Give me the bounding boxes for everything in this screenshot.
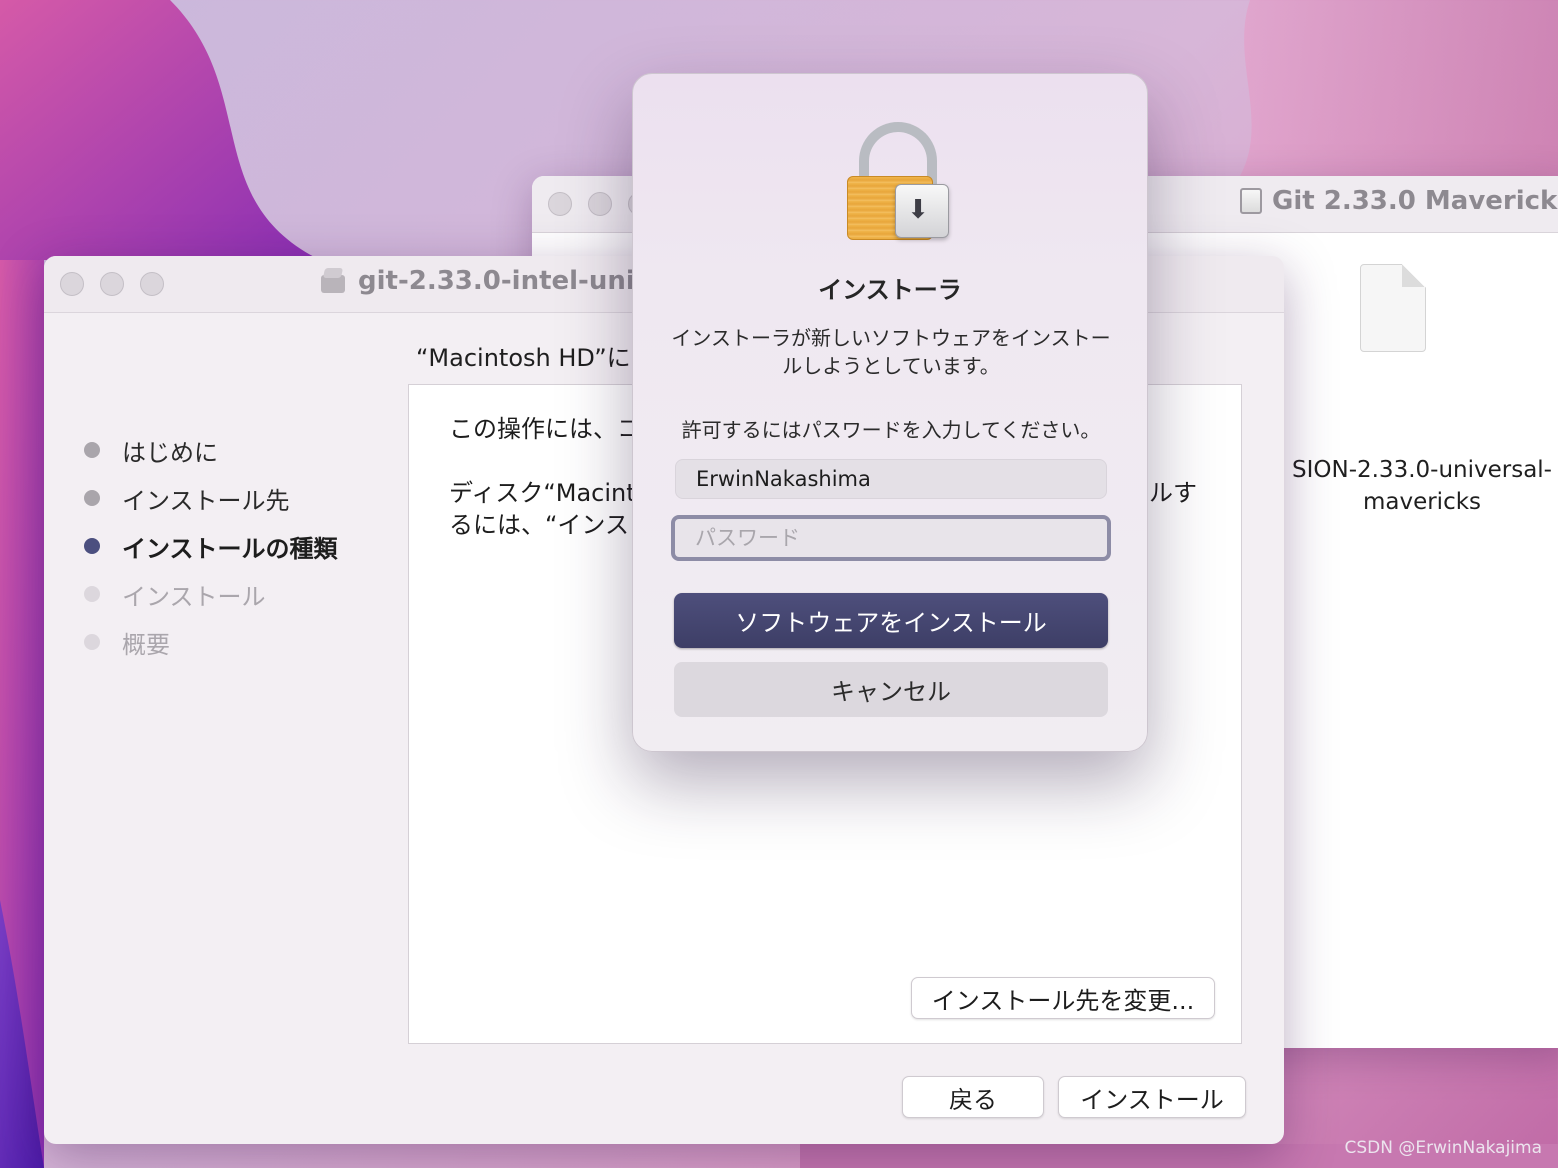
close-button[interactable] [60,272,84,296]
installer-subtitle: “Macintosh HD”に [416,344,631,372]
step-destination: インストール先 [84,474,338,522]
install-button[interactable]: インストール [1058,1076,1246,1118]
change-install-location-button[interactable]: インストール先を変更... [911,977,1215,1019]
auth-dialog-title: インストーラ [818,276,962,304]
install-software-button[interactable]: ソフトウェアをインストール [674,593,1108,648]
finder-window-title: Git 2.33.0 Mavericks Inte [1240,186,1558,216]
file-label: SION-2.33.0-universal- mavericks [1292,457,1552,515]
content-text-line: ディスク“Macint [449,479,636,507]
step-dot [84,490,100,506]
minimize-button[interactable] [588,192,612,216]
zoom-button[interactable] [140,272,164,296]
package-icon [318,267,348,295]
disk-image-icon [1240,188,1262,214]
cancel-button[interactable]: キャンセル [674,662,1108,717]
content-text-line: ルす [1149,479,1197,507]
step-introduction: はじめに [84,426,338,474]
installer-badge-icon: ⬇ [895,184,949,238]
username-field[interactable]: ErwinNakashima [675,459,1107,499]
installer-window-title: git-2.33.0-intel-unive [318,266,669,296]
auth-dialog: ⬇ インストーラ インストーラが新しいソフトウェアをインストールしようとしていま… [632,73,1148,752]
step-installation-type: インストールの種類 [84,522,338,570]
watermark: CSDN @ErwinNakajima [1344,1138,1542,1158]
step-dot [84,634,100,650]
step-dot [84,538,100,554]
step-dot [84,586,100,602]
content-text-line: るには、“インス [449,511,629,539]
lock-icon: ⬇ [847,122,951,242]
installer-steps: はじめに インストール先 インストールの種類 インストール 概要 [84,426,338,666]
download-arrow-icon: ⬇ [907,195,929,225]
password-field[interactable] [671,515,1111,561]
minimize-button[interactable] [100,272,124,296]
step-dot [84,442,100,458]
document-fold [1402,264,1424,287]
content-text-line: この操作には、コ [449,415,641,443]
auth-password-prompt: 許可するにはパスワードを入力してください。 [681,418,1101,442]
back-button[interactable]: 戻る [902,1076,1044,1118]
close-button[interactable] [548,192,572,216]
step-summary: 概要 [84,618,338,666]
step-install: インストール [84,570,338,618]
auth-dialog-message: インストーラが新しいソフトウェアをインストールしようとしています。 [671,326,1111,378]
